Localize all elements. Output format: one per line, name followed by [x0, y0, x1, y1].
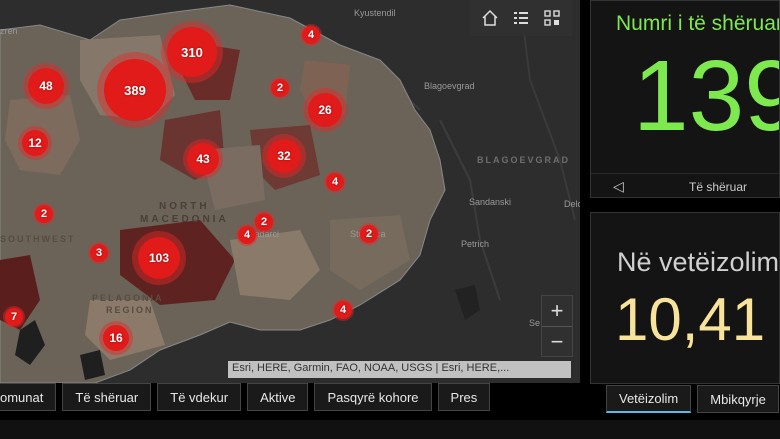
cluster-marker[interactable]: 310 [161, 21, 223, 83]
cluster-count: 4 [339, 304, 347, 316]
cluster-marker[interactable]: 4 [324, 171, 346, 193]
isolation-value: 10,41 [615, 286, 766, 353]
tab-monitoring[interactable]: Mbikqyrje [697, 385, 779, 413]
cluster-marker[interactable]: 32 [262, 134, 306, 178]
isolation-panel: Në vetëizolim 10,41 [590, 212, 780, 384]
cluster-count: 43 [196, 152, 210, 166]
tab-timeline[interactable]: Pasqyrë kohore [314, 383, 432, 411]
tab-komunat[interactable]: omunat [0, 383, 57, 411]
cluster-marker[interactable]: 2 [358, 223, 380, 245]
home-icon[interactable] [477, 5, 503, 31]
cluster-count: 12 [28, 136, 42, 150]
map-view[interactable]: Kyustendil Blagoevgrad Sandanski Petrich… [0, 0, 580, 383]
cluster-count: 389 [124, 82, 146, 98]
cluster-count: 2 [365, 228, 373, 240]
cluster-marker[interactable]: 4 [300, 24, 322, 46]
legend-list-icon[interactable] [508, 5, 534, 31]
cluster-marker[interactable]: 7 [3, 306, 25, 328]
region-label: REGION [106, 305, 154, 315]
country-label-line2: MACEDONIA [140, 214, 229, 225]
cluster-count: 16 [109, 331, 123, 345]
cluster-count: 4 [331, 176, 339, 188]
isolation-title: Në vetëizolim [617, 247, 780, 277]
zoom-in-button[interactable]: + [542, 296, 572, 326]
country-label: NORTH MACEDONIA [140, 200, 229, 226]
tab-active[interactable]: Aktive [247, 383, 309, 411]
map-toolbar [470, 0, 572, 36]
recovered-value: 139 [633, 40, 779, 152]
cluster-count: 26 [318, 103, 332, 117]
cluster-marker[interactable]: 12 [18, 126, 52, 160]
recovered-title: Numri i të shëruar [616, 12, 780, 35]
cluster-marker[interactable]: 4 [332, 299, 354, 321]
place-label: Se [529, 318, 541, 328]
place-label: Blagoevgrad [424, 81, 475, 91]
tab-recovered[interactable]: Të shëruar [62, 383, 152, 411]
cluster-count: 7 [10, 311, 18, 323]
place-label: Kyustendil [354, 8, 396, 18]
cluster-marker[interactable]: 43 [183, 139, 223, 179]
footer-strip [0, 420, 780, 439]
region-label: SOUTHWEST [0, 234, 76, 244]
cluster-marker[interactable]: 16 [99, 321, 133, 355]
cluster-count: 2 [260, 216, 268, 228]
recovered-panel: Numri i të shëruar 139 ◁ Të shëruar [590, 0, 780, 198]
country-label-line1: NORTH [159, 201, 210, 212]
tab-deceased[interactable]: Të vdekur [157, 383, 242, 411]
recovered-nav: ◁ Të shëruar [591, 173, 779, 197]
place-label: Delc [564, 199, 580, 209]
map-attribution[interactable]: Esri, HERE, Garmin, FAO, NOAA, USGS | Es… [228, 361, 571, 378]
cluster-marker[interactable]: 4 [236, 224, 258, 246]
place-label: Petrich [461, 239, 490, 249]
tabs-right: Vetëizolim Mbikqyrje [606, 385, 780, 413]
zoom-control: + − [541, 295, 573, 357]
cluster-count: 4 [243, 229, 251, 241]
place-label: zren [0, 26, 18, 36]
cluster-marker[interactable]: 48 [23, 63, 69, 109]
tab-pres[interactable]: Pres [437, 383, 491, 411]
region-label: BLAGOEVGRAD [477, 155, 571, 165]
cluster-marker[interactable]: 103 [132, 231, 186, 285]
previous-arrow-icon[interactable]: ◁ [613, 178, 624, 195]
cluster-count: 32 [277, 149, 291, 163]
cluster-marker[interactable]: 26 [303, 88, 347, 132]
cluster-count: 3 [95, 247, 103, 259]
cluster-marker[interactable]: 2 [33, 203, 55, 225]
region-label: PELAGONIA [92, 293, 164, 303]
tab-self-isolation[interactable]: Vetëizolim [606, 385, 692, 413]
cluster-count: 2 [40, 208, 48, 220]
cluster-marker[interactable]: 2 [269, 77, 291, 99]
basemap [0, 0, 580, 383]
recovered-nav-label: Të shëruar [689, 180, 748, 194]
cluster-count: 310 [181, 44, 203, 60]
cluster-count: 2 [276, 82, 284, 94]
zoom-out-button[interactable]: − [542, 326, 572, 356]
cluster-count: 103 [148, 251, 170, 265]
cluster-marker[interactable]: 389 [97, 52, 173, 128]
qr-grid-icon[interactable] [539, 5, 565, 31]
cluster-count: 48 [39, 79, 53, 93]
tabs-left: omunat Të shëruar Të vdekur Aktive Pasqy… [0, 383, 496, 413]
dashboard: Kyustendil Blagoevgrad Sandanski Petrich… [0, 0, 780, 439]
place-label: Sandanski [469, 197, 512, 207]
cluster-marker[interactable]: 3 [88, 242, 110, 264]
cluster-count: 4 [307, 29, 315, 41]
